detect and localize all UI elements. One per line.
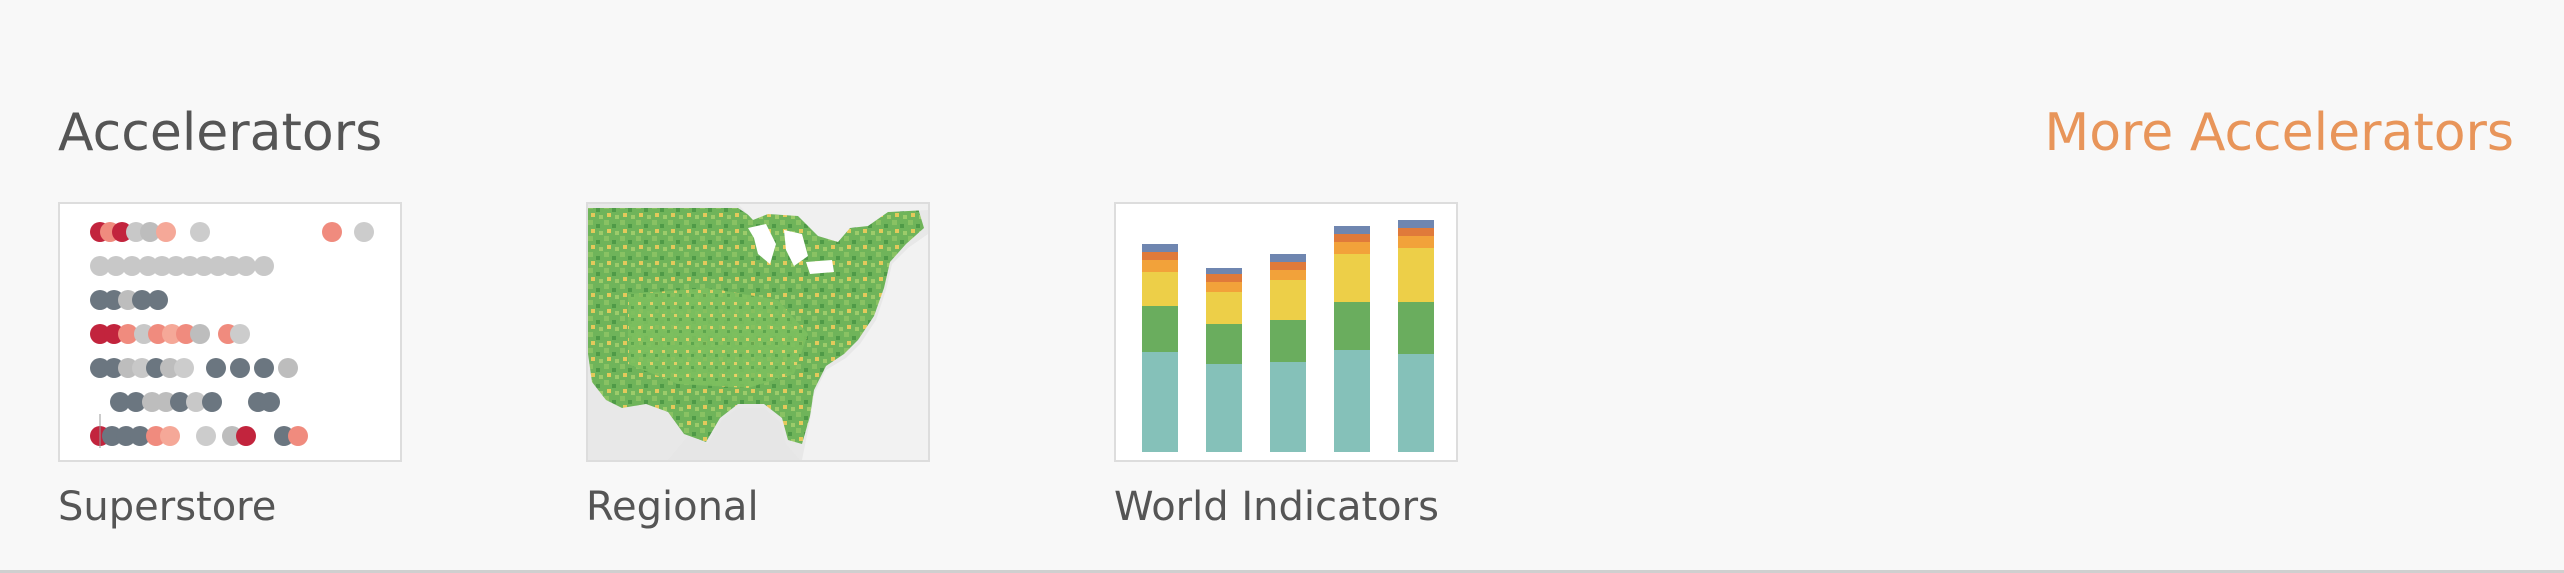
accelerator-card-superstore[interactable]: Superstore [58, 202, 402, 534]
card-label-regional[interactable]: Regional [586, 480, 930, 534]
superstore-thumbnail[interactable] [58, 202, 402, 462]
more-accelerators-link[interactable]: More Accelerators [2044, 98, 2514, 168]
section-title: Accelerators [58, 103, 383, 163]
card-label-world-indicators[interactable]: World Indicators [1114, 480, 1458, 534]
dot-plot-thumbnail-image [90, 222, 374, 448]
accelerators-panel: Accelerators More Accelerators Superstor… [0, 0, 2564, 573]
world-indicators-thumbnail[interactable] [1114, 202, 1458, 462]
us-map-thumbnail-image [588, 204, 928, 460]
accelerator-card-regional[interactable]: Regional [586, 202, 930, 534]
stacked-bar-thumbnail-image [1142, 220, 1434, 452]
card-label-superstore[interactable]: Superstore [58, 480, 402, 534]
accelerator-card-world-indicators[interactable]: World Indicators [1114, 202, 1458, 534]
regional-thumbnail[interactable] [586, 202, 930, 462]
